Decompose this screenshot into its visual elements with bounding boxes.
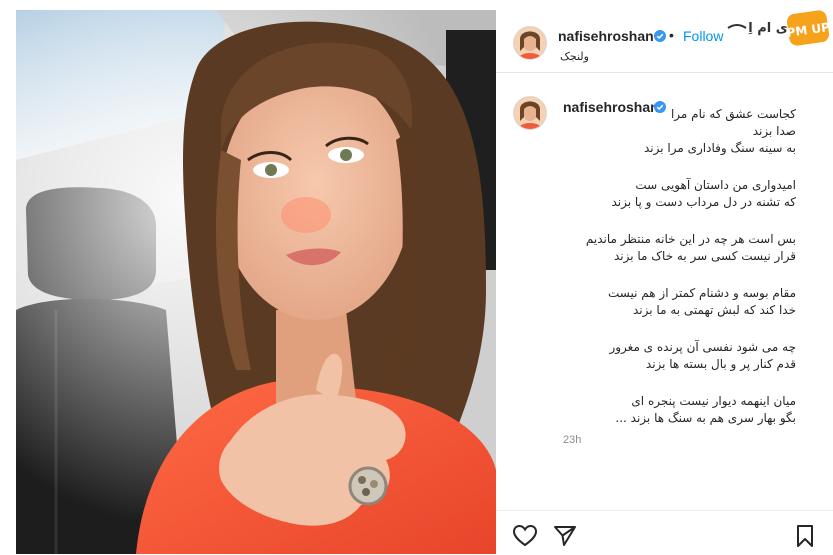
post-timestamp[interactable]: 23h <box>563 434 581 446</box>
post-photo[interactable] <box>16 10 496 554</box>
separator-dot: • <box>669 27 674 43</box>
paper-plane-icon[interactable] <box>552 523 578 549</box>
selfie-image <box>16 10 496 554</box>
caption-text: کجاست عشق که نام مرا صدا بزند به سینه سن… <box>526 106 796 427</box>
caption-line: صدا بزند <box>752 124 796 138</box>
caption-line: به سینه سنگ وفاداری مرا بزند <box>643 141 796 155</box>
bookmark-icon[interactable] <box>792 523 818 549</box>
post-location[interactable]: ولنجک <box>560 50 589 63</box>
caption-line: امیدواری من داستان آهویی ست <box>635 178 796 192</box>
caption-line: کجاست عشق که نام مرا <box>670 107 796 121</box>
caption-line: خدا کند که لبش تهمتی به ما بزند <box>633 303 796 317</box>
author-avatar[interactable] <box>513 26 547 60</box>
verified-badge-icon <box>654 30 666 42</box>
caption-line: مقام بوسه و دشنام کمتر از هم نیست <box>608 286 796 300</box>
caption-line: بس است هر چه در این خانه منتظر ماندیم <box>585 232 796 246</box>
caption-line: میان اینهمه دیوار نیست پنجره ای <box>631 394 796 408</box>
follow-button[interactable]: Follow <box>683 28 723 44</box>
site-watermark-logo: ی ام اِ PM UP <box>724 10 832 50</box>
post-side-panel: nafisehroshan • Follow ولنجک ی ام اِ PM … <box>496 10 833 554</box>
post-header: nafisehroshan • Follow ولنجک ی ام اِ PM … <box>496 10 833 73</box>
caption-line: چه می شود نفسی آن پرنده ی مغرور <box>609 340 796 354</box>
caption-line: که تشنه در دل مرداب دست و پا بزند <box>611 195 796 209</box>
caption-line: قدم کنار پر و بال بسته ها بزند <box>645 357 796 371</box>
action-bar <box>496 510 833 555</box>
author-username[interactable]: nafisehroshan <box>558 28 654 44</box>
caption-line: قرار نیست کسی سر به خاک ما بزند <box>613 249 796 263</box>
svg-text:ی ام اِ: ی ام اِ <box>748 21 788 36</box>
caption-line: بگو بهار سری هم به سنگ ها بزند ... <box>615 411 796 425</box>
heart-icon[interactable] <box>512 523 538 549</box>
